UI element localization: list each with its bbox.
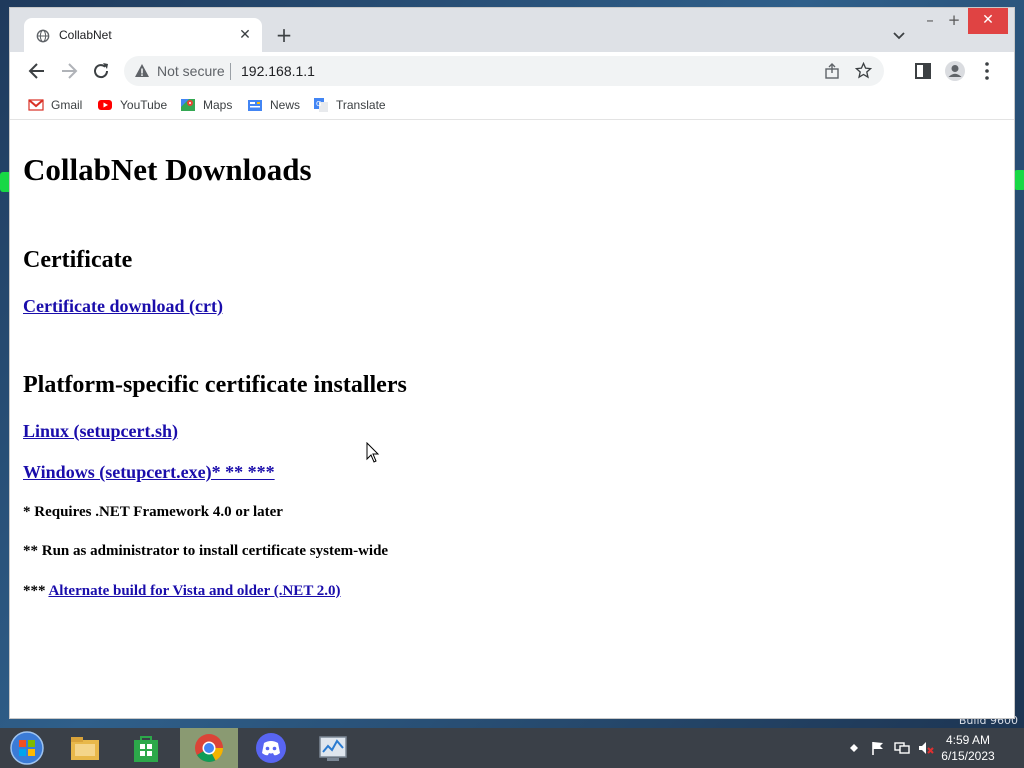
gmail-icon [28, 99, 44, 111]
task-manager-icon [319, 736, 347, 761]
taskbar-file-explorer[interactable] [56, 728, 114, 768]
youtube-icon [98, 100, 112, 110]
store-icon [134, 736, 158, 762]
bookmark-star-icon[interactable] [855, 62, 872, 79]
url-text[interactable]: 192.168.1.1 [241, 63, 315, 79]
profile-avatar-icon[interactable] [944, 60, 966, 82]
chrome-icon [195, 734, 223, 762]
maximize-button[interactable]: + [942, 8, 966, 34]
side-panel-icon[interactable] [912, 60, 934, 82]
chevron-down-icon[interactable] [890, 26, 908, 44]
taskbar-discord[interactable] [242, 728, 300, 768]
news-icon [248, 100, 262, 111]
tab-strip: CollabNet ✕ + – + ✕ [10, 8, 1014, 52]
page-content: CollabNet Downloads Certificate Certific… [10, 121, 1014, 718]
warning-triangle-icon[interactable] [134, 63, 150, 79]
bookmarks-bar: Gmail YouTube Maps News G Translate [10, 90, 1014, 120]
clock-time: 4:59 AM [945, 733, 991, 747]
action-center-flag-icon[interactable] [870, 740, 886, 756]
globe-icon [36, 29, 50, 43]
alternate-build-note: *** Alternate build for Vista and older … [23, 583, 341, 600]
linux-installer-link[interactable]: Linux (setupcert.sh) [23, 421, 178, 442]
alternate-build-prefix: *** [23, 583, 46, 599]
address-bar[interactable]: Not secure 192.168.1.1 [124, 56, 884, 86]
clock-date: 6/15/2023 [941, 749, 995, 763]
dotnet-requirement-note: * Requires .NET Framework 4.0 or later [23, 504, 283, 520]
forward-arrow-icon[interactable] [58, 60, 80, 82]
certificate-heading: Certificate [23, 247, 133, 273]
back-arrow-icon[interactable] [26, 60, 48, 82]
administrator-note: ** Run as administrator to install certi… [23, 543, 389, 559]
taskbar-clock[interactable]: 4:59 AM 6/15/2023 [928, 732, 1008, 764]
browser-toolbar: Not secure 192.168.1.1 [10, 52, 1014, 90]
minimize-button[interactable]: – [918, 8, 942, 34]
reload-icon[interactable] [90, 60, 112, 82]
browser-window: CollabNet ✕ + – + ✕ Not secure 192.168.1… [10, 8, 1014, 718]
network-icon[interactable] [894, 740, 910, 756]
translate-icon: G [314, 98, 328, 112]
maps-icon [181, 99, 195, 111]
start-button-icon[interactable] [8, 730, 46, 766]
close-tab-icon[interactable]: ✕ [236, 26, 254, 44]
tab-title: CollabNet [59, 28, 112, 42]
certificate-download-link[interactable]: Certificate download (crt) [23, 296, 223, 317]
security-status-label[interactable]: Not secure [157, 63, 225, 79]
new-tab-button[interactable]: + [272, 24, 296, 48]
discord-icon [256, 733, 286, 763]
installers-heading: Platform-specific certificate installers [23, 372, 407, 398]
show-hidden-icons-icon[interactable] [846, 740, 862, 756]
taskbar-chrome[interactable] [180, 728, 238, 768]
folder-icon [71, 737, 99, 760]
kebab-menu-icon[interactable] [976, 60, 998, 82]
page-title: CollabNet Downloads [23, 152, 312, 187]
omnibox-separator [230, 63, 231, 80]
taskbar: 4:59 AM 6/15/2023 [0, 728, 1024, 768]
tab-collabnet[interactable]: CollabNet ✕ [24, 18, 262, 52]
mouse-cursor-icon [366, 442, 380, 463]
taskbar-task-manager[interactable] [304, 728, 362, 768]
svg-text:G: G [316, 100, 321, 108]
windows-installer-link[interactable]: Windows (setupcert.exe)* ** *** [23, 462, 275, 483]
share-icon[interactable] [824, 63, 840, 79]
alternate-build-link[interactable]: Alternate build for Vista and older (.NE… [48, 583, 340, 599]
desktop-icon-fragment [1014, 170, 1024, 190]
close-window-button[interactable]: ✕ [968, 8, 1008, 34]
taskbar-store[interactable] [117, 728, 175, 768]
